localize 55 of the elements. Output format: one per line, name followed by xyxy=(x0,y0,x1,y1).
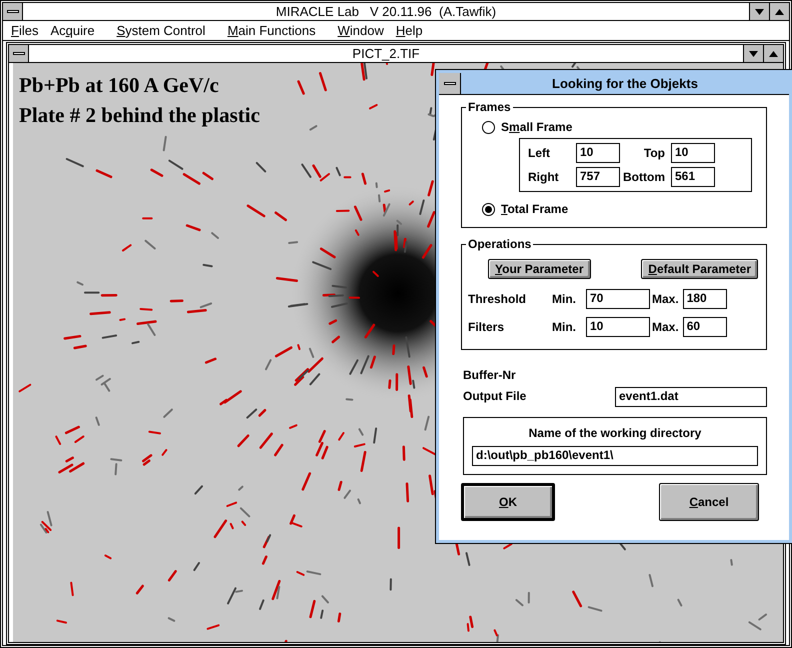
output-file-label: Output File xyxy=(463,389,528,404)
radio-label: Total Frame xyxy=(501,202,568,217)
dialog-menu-button[interactable] xyxy=(439,73,461,94)
field-label: Bottom xyxy=(623,170,666,185)
dialog-button[interactable]: Cancel xyxy=(659,482,759,521)
number-field[interactable]: 561 xyxy=(671,167,715,188)
number-field[interactable]: 10 xyxy=(576,143,620,164)
maximize-button[interactable] xyxy=(763,45,783,62)
radio-label: Small Frame xyxy=(501,120,572,134)
row-label: Filters xyxy=(468,320,506,334)
field-label: Right xyxy=(528,170,560,185)
document-menu-button[interactable] xyxy=(9,45,29,62)
parameter-button[interactable]: Default Parameter xyxy=(641,258,758,280)
parameter-button[interactable]: Your Parameter xyxy=(488,258,590,280)
number-field[interactable]: 180 xyxy=(682,289,727,310)
number-field[interactable]: 10 xyxy=(586,317,650,338)
number-field[interactable]: 757 xyxy=(576,167,620,188)
group-label: Operations xyxy=(466,236,534,252)
system-menu-button[interactable] xyxy=(3,3,23,20)
image-caption: Pb+Pb at 160 A GeV/c xyxy=(19,75,219,96)
field-label: Left xyxy=(528,146,551,161)
down-arrow-icon xyxy=(755,8,764,14)
up-arrow-icon xyxy=(769,50,778,56)
min-label: Min. xyxy=(552,320,577,334)
image-caption: Plate # 2 behind the plastic xyxy=(19,105,260,126)
maximize-button[interactable] xyxy=(769,3,789,20)
up-arrow-icon xyxy=(775,8,784,14)
directory-label: Name of the working directory xyxy=(528,426,702,440)
dialog-title: Looking for the Objekts xyxy=(551,76,699,92)
min-label: Min. xyxy=(552,292,577,306)
group-label: Frames xyxy=(466,100,513,114)
minimize-button[interactable] xyxy=(743,45,763,62)
down-arrow-icon xyxy=(749,50,758,56)
dialog-button[interactable]: OK xyxy=(461,482,555,521)
menu-item[interactable]: Window xyxy=(334,22,392,38)
number-field[interactable]: 10 xyxy=(671,143,715,164)
directory-field[interactable]: d:\out\pb_pb160\event1\ xyxy=(472,446,758,466)
output-file-field[interactable]: event1.dat xyxy=(615,386,767,407)
radio-button[interactable] xyxy=(482,120,495,134)
minimize-button[interactable] xyxy=(749,3,769,20)
number-field[interactable]: 60 xyxy=(682,317,727,338)
menu-item[interactable]: Main Functions xyxy=(223,22,324,38)
field-label: Top xyxy=(644,146,666,161)
radio-button[interactable] xyxy=(482,203,495,216)
row-label: Threshold xyxy=(468,292,528,306)
number-field[interactable]: 70 xyxy=(586,289,650,310)
max-label: Max. xyxy=(652,292,680,306)
menu-item[interactable]: Acquire xyxy=(46,22,103,38)
max-label: Max. xyxy=(652,320,680,334)
window-title: MIRACLE Lab V 20.11.96 (A.Tawfik) xyxy=(274,4,498,20)
document-title: PICT_2.TIF xyxy=(351,46,421,62)
buffer-label: Buffer-Nr xyxy=(463,368,517,383)
menu-item[interactable]: Help xyxy=(392,22,431,38)
menu-item[interactable]: System Control xyxy=(112,22,214,38)
menu-item[interactable]: Files xyxy=(7,22,46,38)
